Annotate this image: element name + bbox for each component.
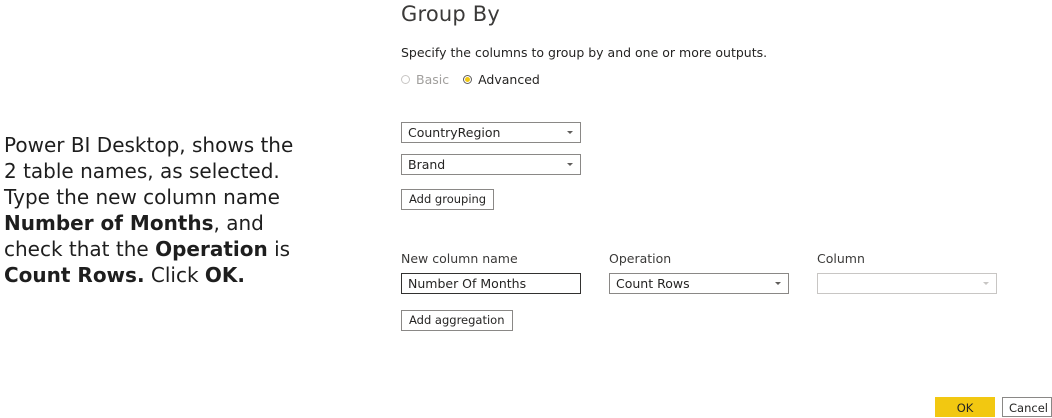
- chevron-down-icon: [567, 163, 573, 166]
- chevron-down-icon: [567, 131, 573, 134]
- caption-bold-operation: Operation: [155, 237, 268, 261]
- caption-bold-count-rows: Count Rows.: [4, 263, 145, 287]
- radio-advanced[interactable]: Advanced: [463, 72, 540, 87]
- radio-basic-circle-icon: [401, 75, 410, 84]
- caption-bold-new-column: Number of Months: [4, 211, 214, 235]
- radio-basic[interactable]: Basic: [401, 72, 449, 87]
- operation-select[interactable]: Count Rows: [609, 273, 789, 294]
- chevron-down-icon: [983, 282, 989, 285]
- radio-basic-label: Basic: [416, 72, 450, 87]
- grouping-select-brand[interactable]: Brand: [401, 154, 581, 175]
- mode-radio-group: Basic Advanced: [401, 72, 554, 87]
- operation-select-value: Count Rows: [616, 276, 690, 291]
- grouping-select-value: CountryRegion: [408, 125, 501, 140]
- operation-label: Operation: [609, 251, 672, 266]
- caption-text-3: is: [267, 237, 291, 261]
- caption-text-4: Click: [144, 263, 205, 287]
- add-aggregation-button[interactable]: Add aggregation: [401, 310, 513, 331]
- grouping-select-value: Brand: [408, 157, 446, 172]
- grouping-select-countryregion[interactable]: CountryRegion: [401, 122, 581, 143]
- ok-button[interactable]: OK: [935, 397, 995, 417]
- column-select[interactable]: [817, 273, 997, 294]
- new-column-name-label: New column name: [401, 251, 518, 266]
- caption-text-1: Power BI Desktop, shows the 2 table name…: [4, 133, 294, 209]
- dialog-title: Group By: [401, 2, 501, 26]
- chevron-down-icon: [775, 282, 781, 285]
- new-column-name-input[interactable]: Number Of Months: [401, 273, 581, 294]
- cancel-button[interactable]: Cancel: [1002, 397, 1052, 417]
- radio-advanced-circle-icon: [463, 75, 473, 84]
- add-grouping-button[interactable]: Add grouping: [401, 189, 495, 210]
- dialog-description: Specify the columns to group by and one …: [401, 45, 768, 60]
- radio-advanced-label: Advanced: [478, 72, 540, 87]
- caption-bold-ok: OK.: [204, 263, 246, 287]
- column-label: Column: [817, 251, 865, 266]
- instruction-caption: Power BI Desktop, shows the 2 table name…: [4, 132, 304, 288]
